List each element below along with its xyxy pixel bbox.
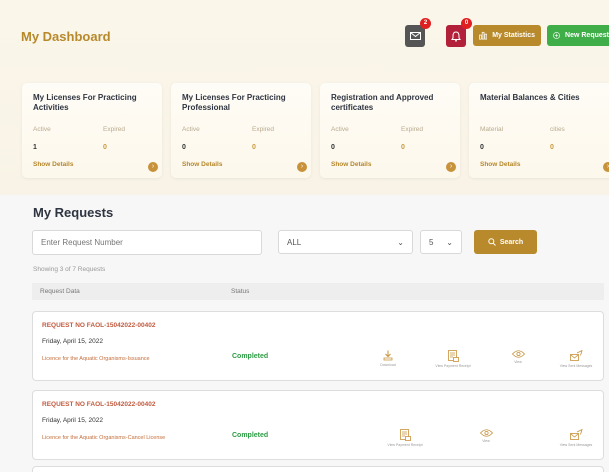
download-icon xyxy=(383,350,393,361)
request-number-input[interactable] xyxy=(32,230,262,255)
arrow-right-icon[interactable]: › xyxy=(148,162,158,172)
receipt-icon xyxy=(448,350,459,362)
card-label-active: Active xyxy=(182,126,200,133)
status-filter-select[interactable]: ALL ⌄ xyxy=(278,230,413,254)
chevron-down-icon: ⌄ xyxy=(446,237,453,247)
view-label: View xyxy=(514,360,522,364)
card-title: My Licenses For Practicing Activities xyxy=(33,93,137,112)
status-badge: Completed xyxy=(232,353,269,360)
request-number[interactable]: REQUEST NO FAOL-15042022-00402 xyxy=(42,322,155,329)
status-filter-value: ALL xyxy=(287,237,302,247)
mail-button[interactable]: 2 xyxy=(405,18,431,47)
card-value-active: 0 xyxy=(331,144,335,151)
eye-icon xyxy=(511,350,525,358)
card-value-cities: 0 xyxy=(550,144,554,151)
show-details-link[interactable]: Show Details xyxy=(331,161,371,168)
request-date: Friday, April 15, 2022 xyxy=(42,417,103,424)
view-sent-messages-label: View Sent Messages xyxy=(559,443,593,447)
card-material-balances: Material Balances & Cities Material citi… xyxy=(469,83,609,178)
view-label: View xyxy=(482,439,490,443)
card-label-material: Material xyxy=(480,126,504,133)
table-row: REQUEST NO FAOL-15042022-00402 Friday, A… xyxy=(32,390,604,460)
card-title: Material Balances & Cities xyxy=(480,93,580,102)
bell-icon xyxy=(451,30,461,42)
card-registration-certificates: Registration and Approved certificates A… xyxy=(320,83,460,178)
column-header-request-data: Request Data xyxy=(40,288,80,295)
view-sent-messages-action[interactable]: View Sent Messages xyxy=(554,350,598,368)
arrow-right-icon[interactable]: › xyxy=(297,162,307,172)
card-label-active: Active xyxy=(331,126,349,133)
mail-badge: 2 xyxy=(420,18,431,29)
view-payment-receipt-action[interactable]: View Payment Receipt xyxy=(383,429,427,447)
column-header-status: Status xyxy=(231,288,250,295)
my-statistics-button[interactable]: My Statistics xyxy=(473,25,541,46)
card-title: Registration and Approved certificates xyxy=(331,93,434,112)
view-action[interactable]: View xyxy=(496,350,540,364)
view-payment-receipt-label: View Payment Receipt xyxy=(435,364,471,368)
card-licenses-professional: My Licenses For Practicing Professional … xyxy=(171,83,311,178)
card-label-expired: Expired xyxy=(103,126,126,133)
dashboard-header: My Dashboard 2 0 My Statistics New Reque… xyxy=(0,0,609,195)
request-number[interactable]: REQUEST NO FAOL-15042022-00402 xyxy=(42,401,155,408)
download-action[interactable]: Download xyxy=(366,350,410,367)
messages-icon xyxy=(569,350,583,361)
page-title: My Dashboard xyxy=(21,29,111,44)
show-details-link[interactable]: Show Details xyxy=(182,161,222,168)
license-type: Licence for the Aquatic Organisms-Issuan… xyxy=(42,356,150,362)
table-row: REQUEST NO FAOL-15042022-00402 Friday, A… xyxy=(32,311,604,381)
search-label: Search xyxy=(499,238,524,246)
card-value-material: 0 xyxy=(480,144,484,151)
statistics-icon xyxy=(479,31,488,40)
showing-count: Showing 3 of 7 Requests xyxy=(33,266,106,273)
card-value-expired: 0 xyxy=(401,144,405,151)
card-title: My Licenses For Practicing Professional xyxy=(182,93,286,112)
table-header: Request Data Status xyxy=(32,283,604,300)
notifications-button[interactable]: 0 xyxy=(446,18,472,47)
card-value-active: 0 xyxy=(182,144,186,151)
show-details-link[interactable]: Show Details xyxy=(33,161,73,168)
notification-badge: 0 xyxy=(461,18,472,29)
messages-icon xyxy=(569,429,583,440)
page-size-select[interactable]: 5 ⌄ xyxy=(420,230,462,254)
my-statistics-label: My Statistics xyxy=(492,32,535,39)
eye-icon xyxy=(479,429,493,437)
view-sent-messages-label: View Sent Messages xyxy=(559,364,593,368)
card-value-expired: 0 xyxy=(103,144,107,151)
request-date: Friday, April 15, 2022 xyxy=(42,338,103,345)
new-request-label: New Request xyxy=(565,32,609,39)
chevron-down-icon: ⌄ xyxy=(397,237,404,247)
view-action[interactable]: View xyxy=(464,429,508,443)
search-icon xyxy=(488,238,496,246)
page-size-value: 5 xyxy=(429,237,434,247)
table-row xyxy=(32,466,604,472)
plus-circle-icon xyxy=(553,32,560,39)
card-label-expired: Expired xyxy=(401,126,424,133)
view-payment-receipt-action[interactable]: View Payment Receipt xyxy=(431,350,475,368)
my-requests-title: My Requests xyxy=(33,205,114,220)
card-value-expired: 0 xyxy=(252,144,256,151)
card-label-cities: cities xyxy=(550,126,565,133)
card-licenses-activities: My Licenses For Practicing Activities Ac… xyxy=(22,83,162,178)
arrow-right-icon[interactable]: › xyxy=(446,162,456,172)
show-details-link[interactable]: Show Details xyxy=(480,161,520,168)
receipt-icon xyxy=(400,429,411,441)
card-label-active: Active xyxy=(33,126,51,133)
new-request-button[interactable]: New Request xyxy=(547,25,609,46)
download-label: Download xyxy=(380,363,396,367)
license-type: Licence for the Aquatic Organisms-Cancel… xyxy=(42,435,166,441)
status-badge: Completed xyxy=(232,432,269,439)
search-button[interactable]: Search xyxy=(474,230,537,254)
view-sent-messages-action[interactable]: View Sent Messages xyxy=(554,429,598,447)
arrow-right-icon[interactable]: › xyxy=(603,162,609,172)
card-value-active: 1 xyxy=(33,144,37,151)
card-label-expired: Expired xyxy=(252,126,275,133)
mail-icon xyxy=(409,32,421,40)
view-payment-receipt-label: View Payment Receipt xyxy=(387,443,423,447)
